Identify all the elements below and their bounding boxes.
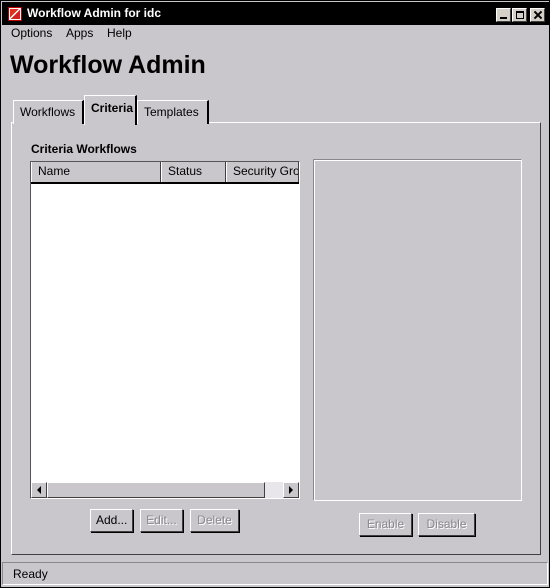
menu-options[interactable]: Options (11, 26, 52, 40)
workflow-detail-pane (313, 159, 522, 501)
horizontal-scrollbar[interactable] (31, 482, 299, 498)
column-header-security-group[interactable]: Security Gro (226, 162, 299, 182)
column-header-status[interactable]: Status (161, 162, 226, 182)
minimize-button[interactable] (496, 8, 511, 22)
tab-criteria[interactable]: Criteria (84, 95, 137, 125)
tab-templates[interactable]: Templates (137, 100, 209, 124)
criteria-workflows-table: Name Status Security Gro (30, 161, 300, 499)
page-title: Workflow Admin (10, 51, 206, 79)
title-bar[interactable]: Workflow Admin for idc (2, 2, 550, 25)
add-button[interactable]: Add... (90, 509, 133, 532)
column-header-name[interactable]: Name (31, 162, 161, 182)
menu-help[interactable]: Help (107, 26, 132, 40)
table-body[interactable] (31, 184, 299, 482)
edit-button[interactable]: Edit... (140, 509, 183, 532)
arrow-left-icon (37, 486, 41, 494)
arrow-right-icon (289, 486, 293, 494)
scroll-left-button[interactable] (31, 482, 47, 498)
close-icon (534, 11, 542, 19)
minimize-icon (499, 11, 508, 19)
table-header: Name Status Security Gro (31, 162, 299, 184)
criteria-workflows-label: Criteria Workflows (31, 142, 137, 156)
delete-button[interactable]: Delete (190, 509, 239, 532)
menu-bar: Options Apps Help (1, 24, 549, 43)
status-bar: Ready (2, 562, 548, 585)
enable-button[interactable]: Enable (359, 513, 412, 536)
scroll-right-button[interactable] (283, 482, 299, 498)
scroll-thumb[interactable] (47, 482, 265, 498)
menu-apps[interactable]: Apps (66, 26, 93, 40)
app-icon[interactable] (8, 7, 22, 21)
status-text: Ready (13, 567, 48, 581)
maximize-button[interactable] (512, 8, 527, 22)
close-button[interactable] (530, 8, 545, 22)
window-title: Workflow Admin for idc (27, 6, 161, 20)
tab-workflows[interactable]: Workflows (13, 100, 84, 124)
disable-button[interactable]: Disable (418, 513, 475, 536)
maximize-icon (515, 11, 524, 19)
